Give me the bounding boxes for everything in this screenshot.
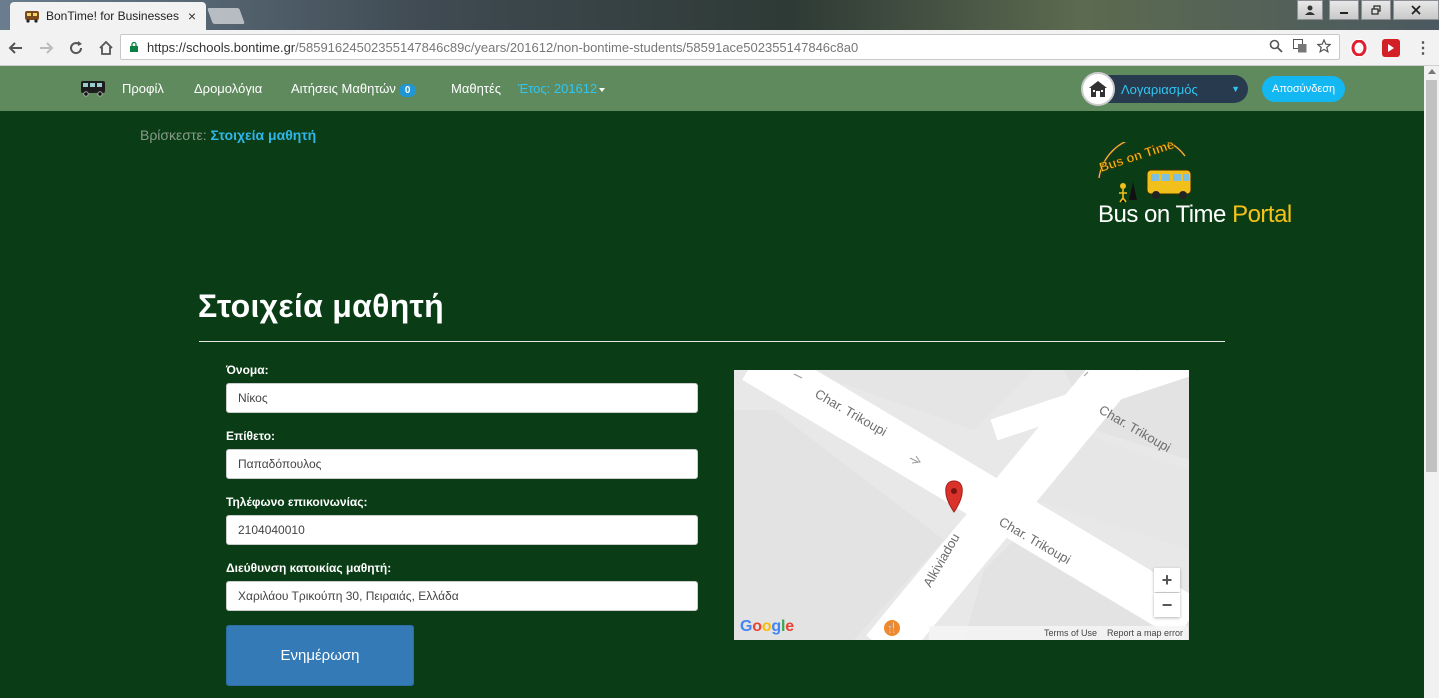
account-label: Λογαριασμός	[1121, 81, 1198, 97]
scroll-up-arrow-icon[interactable]	[1428, 69, 1436, 74]
search-icon[interactable]	[1269, 39, 1283, 53]
nav-student-requests-label: Αιτήσεις Μαθητών	[291, 81, 396, 96]
nav-student-requests[interactable]: Αιτήσεις Μαθητών 0	[291, 81, 417, 97]
phone-label: Τηλέφωνο επικοινωνίας:	[226, 495, 368, 509]
video-extension-icon[interactable]	[1382, 39, 1400, 57]
back-arrow-icon[interactable]	[2, 34, 30, 62]
page-scrollbar[interactable]	[1424, 66, 1439, 698]
bookmark-star-icon[interactable]	[1317, 39, 1331, 53]
portal-title: Bus on Time Portal	[1098, 201, 1292, 229]
nav-routes[interactable]: Δρομολόγια	[194, 81, 262, 96]
url-text: https://schools.bontime.gr/5859162450235…	[147, 40, 858, 55]
restaurant-poi-icon[interactable]: 🍴	[884, 620, 900, 636]
address-bar[interactable]: https://schools.bontime.gr/5859162450235…	[120, 34, 1340, 60]
breadcrumb-current[interactable]: Στοιχεία μαθητή	[211, 127, 317, 143]
tab-title: BonTime! for Businesses	[46, 9, 179, 23]
nav-students[interactable]: Μαθητές	[451, 81, 501, 96]
phone-field[interactable]	[226, 515, 698, 545]
window-controls	[1295, 0, 1439, 20]
google-logo-letter: o	[752, 618, 762, 635]
browser-tab[interactable]: BonTime! for Businesses ×	[10, 2, 206, 30]
restore-icon[interactable]	[1361, 0, 1391, 20]
zoom-out-button[interactable]: −	[1154, 593, 1180, 617]
google-logo-letter: G	[740, 618, 753, 635]
school-avatar-icon	[1081, 72, 1115, 106]
nav-profile[interactable]: Προφίλ	[122, 81, 164, 96]
location-map[interactable]: Char. Trikoupi Char. Trikoupi Char. Trik…	[734, 370, 1189, 640]
page-title: Στοιχεία μαθητή	[198, 288, 444, 324]
first-name-label: Όνομα:	[226, 363, 269, 377]
title-divider	[199, 341, 1225, 342]
window-close-icon[interactable]	[1393, 0, 1439, 20]
zoom-in-button[interactable]: +	[1154, 568, 1180, 592]
first-name-field[interactable]	[226, 383, 698, 413]
last-name-field[interactable]	[226, 449, 698, 479]
reload-icon[interactable]	[62, 34, 90, 62]
secure-lock-icon	[130, 42, 138, 52]
bus-logo-icon[interactable]	[80, 79, 106, 97]
tab-close-icon[interactable]: ×	[188, 8, 196, 24]
site-navbar: Προφίλ Δρομολόγια Αιτήσεις Μαθητών 0 Μαθη…	[0, 66, 1424, 111]
portal-title-main: Bus on Time	[1098, 201, 1233, 228]
google-logo-letter: o	[761, 618, 772, 635]
opera-extension-icon[interactable]	[1350, 39, 1368, 57]
minimize-icon[interactable]	[1329, 0, 1359, 20]
report-map-error-link[interactable]: Report a map error	[1102, 628, 1188, 638]
chevron-down-icon: ▼	[1231, 84, 1240, 94]
address-field[interactable]	[226, 581, 698, 611]
logout-button[interactable]: Αποσύνδεση	[1262, 76, 1346, 102]
year-dropdown[interactable]: Έτος: 201612	[518, 81, 606, 96]
google-logo-letter: e	[785, 618, 794, 635]
url-path: /58591624502355147846c89c/years/201612/n…	[295, 39, 859, 55]
requests-count-badge: 0	[398, 84, 417, 97]
last-name-label: Επίθετο:	[226, 429, 276, 443]
omnibox-actions	[1269, 39, 1331, 53]
breadcrumb-prefix: Βρίσκεστε:	[140, 127, 207, 143]
account-dropdown[interactable]: Λογαριασμός ▼	[1081, 72, 1248, 106]
forward-arrow-icon[interactable]	[32, 34, 60, 62]
new-tab-button[interactable]	[207, 8, 245, 24]
browser-toolbar: https://schools.bontime.gr/5859162450235…	[0, 30, 1439, 66]
google-logo-letter: g	[771, 618, 781, 635]
chevron-down-icon	[599, 87, 606, 92]
address-label: Διεύθυνση κατοικίας μαθητή:	[226, 561, 392, 575]
url-host: https://schools.bontime.gr	[147, 39, 296, 55]
home-icon[interactable]	[92, 34, 120, 62]
google-logo: Google	[740, 618, 794, 636]
bus-favicon-icon	[25, 11, 39, 23]
map-streets	[734, 370, 1189, 640]
map-attribution: Terms of Use Report a map error	[929, 626, 1189, 640]
breadcrumb: Βρίσκεστε: Στοιχεία μαθητή	[140, 127, 316, 143]
terms-of-use-link[interactable]: Terms of Use	[1039, 628, 1102, 638]
profile-icon[interactable]	[1297, 0, 1323, 20]
year-dropdown-label: Έτος: 201612	[518, 81, 598, 96]
update-button[interactable]: Ενημέρωση	[226, 625, 414, 686]
scrollbar-thumb[interactable]	[1426, 80, 1437, 472]
kebab-menu-icon[interactable]: ⋮	[1414, 39, 1432, 57]
portal-title-accent: Portal	[1232, 201, 1292, 228]
translate-icon[interactable]	[1293, 39, 1307, 53]
browser-tabstrip: BonTime! for Businesses ×	[0, 0, 1439, 30]
